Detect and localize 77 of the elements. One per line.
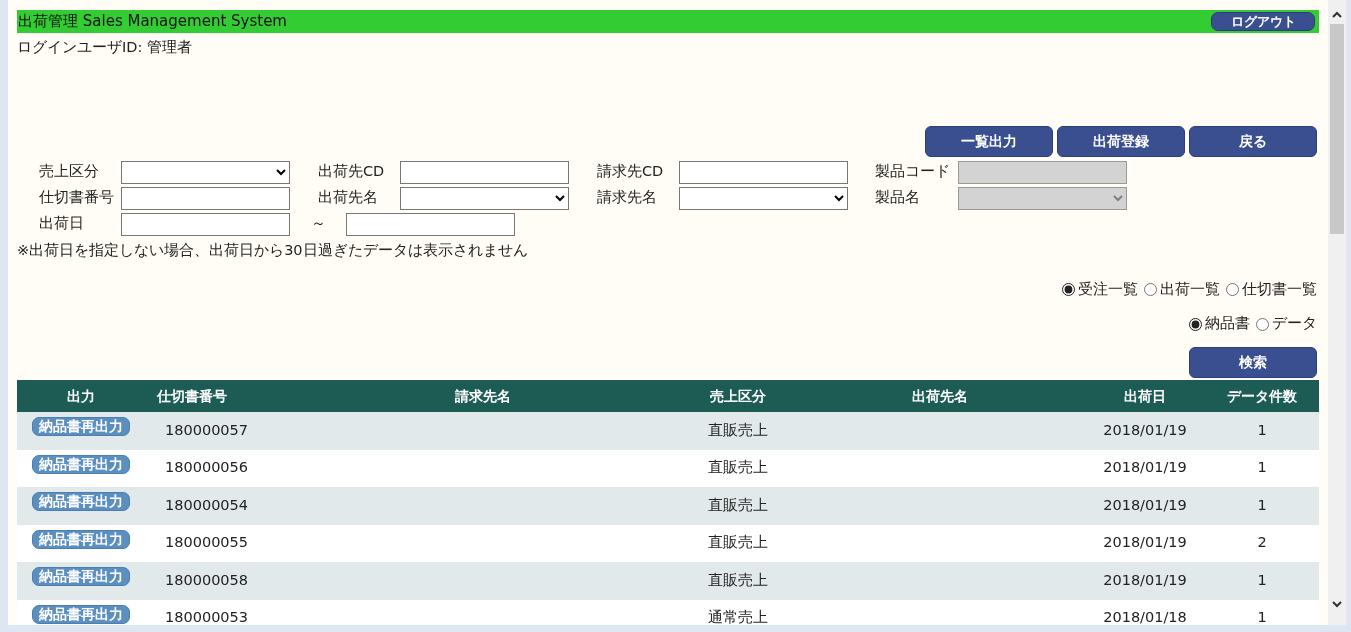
action-button[interactable]: 出荷登録 xyxy=(1057,125,1185,157)
table-cell: 2018/01/19 xyxy=(1085,524,1205,562)
table-cell: 180000057 xyxy=(145,412,285,450)
radio-label: 納品書 xyxy=(1205,314,1250,334)
table-cell: 1 xyxy=(1205,449,1319,487)
field-label: 請求先名 xyxy=(597,188,658,208)
table-cell: 直販売上 xyxy=(680,487,795,525)
input-field[interactable] xyxy=(121,212,290,236)
table-cell: 1 xyxy=(1205,599,1319,625)
field-label: 製品名 xyxy=(875,188,921,208)
radio-button[interactable] xyxy=(1256,317,1269,331)
column-header: 売上区分 xyxy=(680,380,795,412)
field-label: 売上区分 xyxy=(39,162,100,182)
column-header: 出荷先名 xyxy=(795,380,1085,412)
input-field[interactable] xyxy=(121,186,290,210)
table-cell: 2018/01/19 xyxy=(1085,412,1205,450)
radio-button[interactable] xyxy=(1189,317,1202,331)
action-button[interactable]: 戻る xyxy=(1189,125,1317,157)
table-cell: 直販売上 xyxy=(680,524,795,562)
table-cell: 1 xyxy=(1205,562,1319,600)
table-cell: 直販売上 xyxy=(680,562,795,600)
scroll-down-icon[interactable] xyxy=(1331,599,1343,609)
column-header: 仕切書番号 xyxy=(145,380,285,412)
reprint-button[interactable]: 納品書再出力 xyxy=(32,604,130,624)
scrollbar-thumb[interactable] xyxy=(1330,24,1344,234)
table-cell: 直販売上 xyxy=(680,412,795,450)
table-cell: 180000056 xyxy=(145,449,285,487)
input-field[interactable] xyxy=(679,160,848,184)
radio-label: 出荷一覧 xyxy=(1160,279,1220,299)
radio-label: 受注一覧 xyxy=(1078,279,1138,299)
reprint-button[interactable]: 納品書再出力 xyxy=(32,417,130,436)
search-button[interactable]: 検索 xyxy=(1189,347,1317,378)
radio-label: 仕切書一覧 xyxy=(1242,279,1317,299)
app-title: 出荷管理 Sales Management System xyxy=(18,11,287,33)
field-label: 出荷先名 xyxy=(318,188,379,208)
table-cell: 2018/01/19 xyxy=(1085,487,1205,525)
select-field[interactable] xyxy=(400,186,569,210)
login-user-text: ログインユーザID: 管理者 xyxy=(17,38,193,57)
table-cell: 1 xyxy=(1205,487,1319,525)
table-cell: 2 xyxy=(1205,524,1319,562)
select-field[interactable] xyxy=(679,186,848,210)
action-button[interactable]: 一覧出力 xyxy=(925,125,1053,157)
column-header: 出荷日 xyxy=(1085,380,1205,412)
scroll-up-icon[interactable] xyxy=(1331,10,1343,20)
column-header: 請求先名 xyxy=(285,380,680,412)
table-cell: 180000058 xyxy=(145,562,285,600)
reprint-button[interactable]: 納品書再出力 xyxy=(32,492,130,511)
radio-button[interactable] xyxy=(1144,282,1157,296)
range-separator: ～ xyxy=(311,214,326,234)
logout-button[interactable]: ログアウト xyxy=(1211,12,1315,31)
reprint-button[interactable]: 納品書再出力 xyxy=(32,529,130,549)
radio-button[interactable] xyxy=(1062,282,1075,296)
field-label: 製品コード xyxy=(875,162,951,182)
field-label: 仕切書番号 xyxy=(39,188,115,208)
table-cell: 2018/01/18 xyxy=(1085,599,1205,625)
table-cell: 1 xyxy=(1205,412,1319,450)
column-header: 出力 xyxy=(17,380,145,412)
input-field[interactable] xyxy=(346,212,515,236)
field-label: 請求先CD xyxy=(597,162,665,182)
table-cell: 2018/01/19 xyxy=(1085,562,1205,600)
table-cell: 180000055 xyxy=(145,524,285,562)
radio-label: データ xyxy=(1272,314,1317,334)
table-cell: 通常売上 xyxy=(680,599,795,625)
table-cell: 180000054 xyxy=(145,487,285,525)
table-cell: 180000053 xyxy=(145,599,285,625)
field-label: 出荷日 xyxy=(39,214,85,234)
column-header: データ件数 xyxy=(1205,380,1319,412)
table-cell: 2018/01/19 xyxy=(1085,449,1205,487)
reprint-button[interactable]: 納品書再出力 xyxy=(32,567,130,586)
select-field[interactable] xyxy=(121,160,290,184)
table-cell: 直販売上 xyxy=(680,449,795,487)
input-field[interactable] xyxy=(400,160,569,184)
radio-button[interactable] xyxy=(1226,282,1239,296)
reprint-button[interactable]: 納品書再出力 xyxy=(32,454,130,474)
scrollbar[interactable] xyxy=(1328,0,1346,625)
note-text: ※出荷日を指定しない場合、出荷日から30日過ぎたデータは表示されません xyxy=(17,240,529,260)
field-label: 出荷先CD xyxy=(318,162,386,182)
